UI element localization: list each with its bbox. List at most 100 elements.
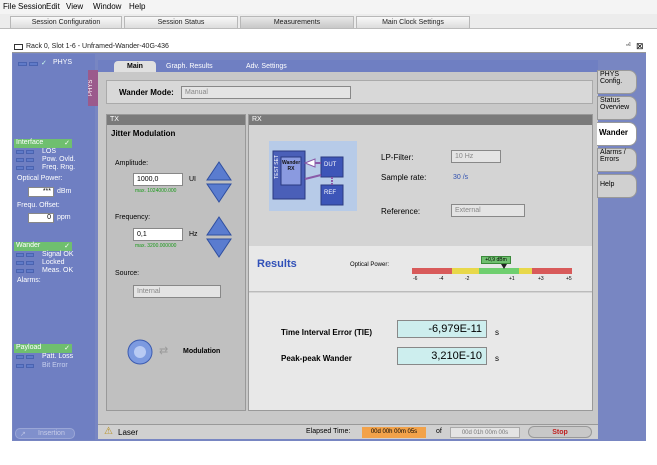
close-icon[interactable]: ⊠ xyxy=(636,41,644,52)
scale-tick: +5 xyxy=(566,276,572,282)
reference-select[interactable]: External xyxy=(451,204,525,217)
los-led xyxy=(16,150,24,154)
status-bar: ⚠ Laser Elapsed Time: 00d 00h 00m 05s of… xyxy=(98,424,598,439)
tab-adv-settings[interactable]: Adv. Settings xyxy=(246,61,306,72)
scale-tick: +3 xyxy=(538,276,544,282)
tab-session-configuration[interactable]: Session Configuration xyxy=(10,16,122,28)
amplitude-down-button[interactable] xyxy=(206,183,232,203)
window-title: Rack 0, Slot 1-6 - Unframed-Wander-40G-4… xyxy=(26,43,169,50)
frequency-up-button[interactable] xyxy=(206,216,232,236)
signal-ok-label: Signal OK xyxy=(42,251,74,258)
tab-help[interactable]: Help xyxy=(597,174,637,198)
dut-label: DUT xyxy=(324,162,337,168)
test-set-label: TEST SET xyxy=(274,155,280,179)
locked-led xyxy=(16,261,24,265)
menu-help[interactable]: Help xyxy=(129,2,145,11)
frequency-input[interactable]: 0,1 xyxy=(133,228,183,241)
lp-filter-select[interactable]: 10 Hz xyxy=(451,150,501,163)
tab-session-status[interactable]: Session Status xyxy=(124,16,238,28)
lightning-icon: ↗ xyxy=(20,431,26,438)
tie-value: -6,979E-11 xyxy=(397,320,487,338)
warning-icon: ⚠ xyxy=(104,426,113,437)
tab-main[interactable]: Main xyxy=(114,61,156,72)
amplitude-up-button[interactable] xyxy=(206,161,232,181)
phys-led xyxy=(18,62,27,66)
tab-status-overview[interactable]: Status Overview xyxy=(597,96,637,120)
optical-power-reading: +0,9 dBm xyxy=(481,256,511,264)
rack-icon xyxy=(14,44,23,50)
optical-power-label: Optical Power: xyxy=(17,175,63,182)
tab-alarms-errors[interactable]: Alarms / Errors xyxy=(597,148,637,172)
stop-button[interactable]: Stop xyxy=(528,426,592,438)
optical-power-meter-label: Optical Power: xyxy=(350,262,390,268)
check-icon: ✓ xyxy=(64,345,70,352)
menu-file[interactable]: File xyxy=(3,2,16,11)
tab-wander[interactable]: Wander xyxy=(597,122,637,146)
menu-view[interactable]: View xyxy=(66,2,83,11)
scale-tick: -2 xyxy=(465,276,470,282)
ref-label: REF xyxy=(324,190,336,196)
tab-main-clock-settings[interactable]: Main Clock Settings xyxy=(356,16,470,28)
tab-graph-results[interactable]: Graph. Results xyxy=(166,61,228,72)
rx-header: RX xyxy=(249,115,592,125)
menu-window[interactable]: Window xyxy=(93,2,121,11)
total-time-value: 00d 01h 00m 00s xyxy=(450,427,520,438)
phys-led xyxy=(29,62,38,66)
frequency-label: Frequency: xyxy=(115,214,151,221)
scale-tick: +1 xyxy=(509,276,515,282)
menu-session[interactable]: Session xyxy=(18,2,46,11)
freq-rng-led xyxy=(16,166,24,170)
amplitude-unit: UI xyxy=(189,176,196,183)
blank-footer xyxy=(0,443,657,465)
modulation-label: Modulation xyxy=(183,348,221,355)
pow-ovld-led xyxy=(26,158,34,162)
patt-loss-led xyxy=(16,355,24,359)
optical-power-unit: dBm xyxy=(57,188,72,195)
source-select[interactable]: Internal xyxy=(133,285,221,298)
wander-mode-select[interactable]: Manual xyxy=(181,86,351,99)
scale-tick: -6 xyxy=(413,276,418,282)
frequency-down-button[interactable] xyxy=(206,238,232,258)
elapsed-time-label: Elapsed Time: xyxy=(306,428,351,435)
amplitude-input[interactable]: 1000,0 xyxy=(133,173,183,186)
optical-power-value: *** xyxy=(28,187,54,197)
meas-ok-led xyxy=(26,269,34,273)
freq-offset-value: 0 xyxy=(28,213,54,223)
check-icon: ✓ xyxy=(41,60,47,67)
top-tab-bar: Session Configuration Session Status Mea… xyxy=(0,14,657,29)
interface-header-label: Interface xyxy=(16,139,44,146)
phys-label: PHYS xyxy=(53,59,73,66)
tab-phys-config[interactable]: PHYS Config. xyxy=(597,70,637,94)
freq-rng-led xyxy=(26,166,34,170)
wander-header: Wander ✓ xyxy=(14,242,72,251)
pow-ovld-label: Pow. Ovld. xyxy=(42,156,76,163)
ppw-unit: s xyxy=(495,354,499,363)
patt-loss-label: Patt. Loss xyxy=(42,353,74,360)
signal-ok-led xyxy=(26,253,34,257)
wander-mode-row: Wander Mode: Manual xyxy=(106,80,593,104)
signal-ok-led xyxy=(16,253,24,257)
restore-icon[interactable]: ▫ᶜ xyxy=(626,42,631,49)
menu-edit[interactable]: Edit xyxy=(46,2,60,11)
elapsed-time-value: 00d 00h 00m 05s xyxy=(362,427,426,438)
bit-error-led xyxy=(26,364,34,368)
insertion-button[interactable]: ↗ Insertion xyxy=(15,428,75,439)
tab-measurements[interactable]: Measurements xyxy=(240,16,354,28)
wander-setup-diagram xyxy=(269,141,357,211)
amplitude-label: Amplitude: xyxy=(115,160,149,167)
left-status-panel: ✓ PHYS Interface ✓ LOS Pow. Ovld. Freq. … xyxy=(13,54,95,440)
alarms-label: Alarms: xyxy=(17,277,41,284)
wander-header-label: Wander xyxy=(16,242,41,249)
measurement-results: Time Interval Error (TIE) -6,979E-11 s P… xyxy=(249,293,592,410)
modulation-toggle-button[interactable] xyxy=(127,339,153,365)
bit-error-led xyxy=(16,364,24,368)
interface-header: Interface ✓ xyxy=(14,139,72,148)
ppw-label: Peak-peak Wander xyxy=(281,354,352,363)
wander-mode-label: Wander Mode: xyxy=(119,88,174,97)
optical-power-scale xyxy=(412,268,572,274)
modulation-arrows-icon: ⇄ xyxy=(159,345,169,357)
check-icon: ✓ xyxy=(64,140,70,147)
lp-filter-label: LP-Filter: xyxy=(381,153,414,162)
phys-vertical-tab[interactable]: PHYS xyxy=(88,70,98,106)
tx-panel: TX Jitter Modulation Amplitude: 1000,0 U… xyxy=(106,114,246,411)
